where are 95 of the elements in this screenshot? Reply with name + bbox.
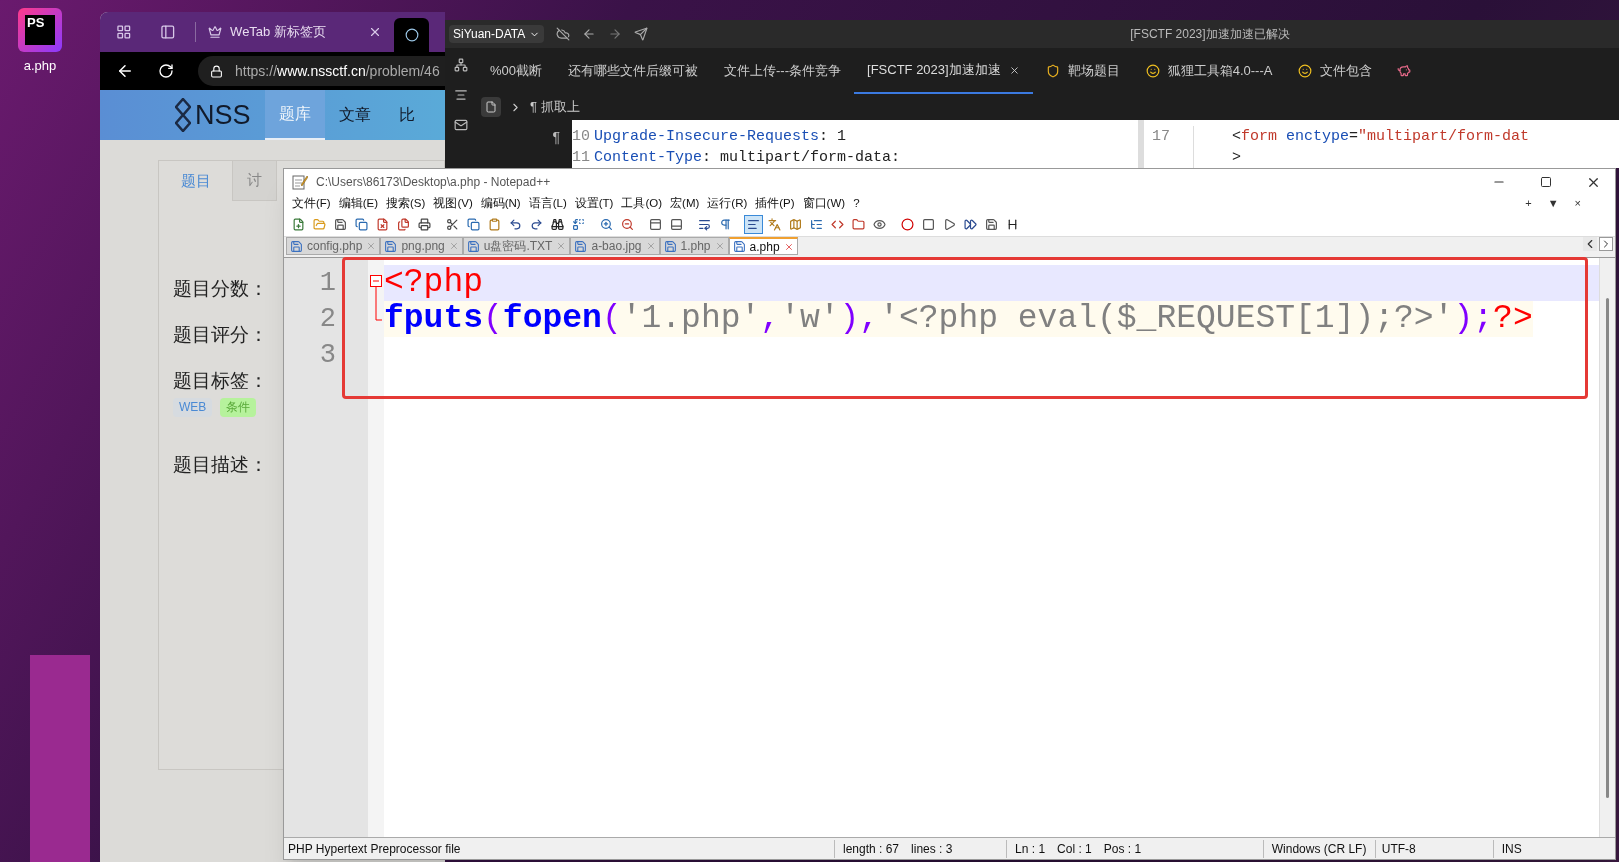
line-number: 3	[318, 339, 337, 372]
field-label: 题目分数：	[173, 277, 268, 301]
menu-item[interactable]: 搜索(S)	[382, 194, 430, 213]
document-tab[interactable]: 还有哪些文件后缀可被	[555, 48, 712, 94]
line-ending: Windows (CR LF)	[1263, 839, 1376, 858]
mail-icon[interactable]	[454, 118, 468, 132]
scroll-left-icon[interactable]	[1583, 237, 1597, 251]
lines-label: lines : 3	[911, 839, 1008, 858]
send-icon[interactable]	[634, 27, 649, 41]
align-icon[interactable]	[454, 88, 468, 102]
document-tab[interactable]: [FSCTF 2023]加速加速	[854, 48, 1033, 94]
code-line: 10 Upgrade-Insecure-Requests: 1	[572, 127, 848, 147]
document-tab[interactable]: 靶场题目	[1032, 48, 1133, 94]
file-type: PHP Hypertext Preprocessor file	[284, 839, 835, 858]
workspaces-icon[interactable]	[116, 23, 132, 41]
menu-item[interactable]: 窗口(W)	[798, 194, 850, 213]
smiley-icon	[1298, 64, 1313, 78]
menu-item[interactable]: 插件(P)	[751, 194, 799, 213]
globe-icon	[404, 28, 419, 42]
column-position: Col : 1	[1057, 840, 1093, 858]
lock-icon	[210, 64, 223, 78]
tag: 条件	[220, 398, 257, 417]
menu-item[interactable]: 设置(T)	[570, 194, 618, 213]
field-label: 题目评分：	[173, 323, 268, 347]
window-title: [FSCTF 2023]加速加速已解决	[1130, 26, 1290, 43]
field-label: 题目标签：	[173, 369, 268, 393]
file-tab[interactable]: u盘密码.TXT	[462, 237, 571, 255]
indent-guide-icon[interactable]	[744, 214, 763, 234]
line-position: Ln : 1	[1014, 840, 1047, 858]
browser-tab[interactable]: WeTab 新标签页	[195, 22, 383, 42]
encoding: UTF-8	[1375, 839, 1494, 858]
document-tab[interactable]: 文件包含	[1285, 48, 1386, 94]
file-tab[interactable]: a.php	[728, 237, 798, 255]
menu-item[interactable]: 编辑(E)	[334, 194, 383, 213]
code-line: >	[1232, 148, 1242, 168]
workspace-dropdown[interactable]: SiYuan-DATA	[449, 25, 545, 43]
file-tab[interactable]: png.png	[380, 237, 463, 255]
close-icon[interactable]	[1008, 64, 1020, 76]
url-field[interactable]: https://www.nssctf.cn/problem/46	[198, 56, 445, 86]
active-browser-tab[interactable]	[394, 18, 429, 52]
line-number: 1	[318, 267, 337, 300]
paragraph-mark: ¶	[552, 130, 560, 147]
menu-item[interactable]: 宏(M)	[666, 194, 704, 213]
menu-item[interactable]: 运行(R)	[703, 194, 752, 213]
char-position: Pos : 1	[1103, 839, 1264, 858]
file-tab[interactable]: config.php	[286, 237, 381, 255]
reload-icon[interactable]	[158, 63, 174, 79]
field-label: 题目描述：	[173, 453, 268, 477]
menu-item[interactable]: 语言(L)	[524, 194, 571, 213]
window-title: C:\Users\86173\Desktop\a.php - Notepad++	[316, 174, 551, 191]
notepad-icon	[292, 174, 308, 190]
tab-title: WeTab 新标签页	[230, 23, 326, 42]
smiley-icon	[1145, 64, 1160, 78]
line-number: 17	[1152, 127, 1171, 147]
file-tab[interactable]: 1.php	[659, 237, 729, 255]
menu-item[interactable]: 视图(V)	[429, 194, 477, 213]
document-tab[interactable]: 狐狸工具箱4.0---A	[1132, 48, 1286, 94]
line-number: 2	[318, 303, 337, 336]
fold-toggle-icon[interactable]	[370, 275, 382, 301]
menu-item[interactable]: 文件(F)	[288, 194, 335, 213]
code-line: <form enctype="multipart/form-dat	[1232, 127, 1530, 147]
pig-icon	[1397, 64, 1412, 78]
code-line: <?php	[384, 265, 484, 301]
menu-control[interactable]: +	[1525, 195, 1532, 212]
scrollbar[interactable]	[1599, 258, 1615, 837]
file-tab[interactable]: a-bao.jpg	[570, 237, 660, 255]
document-tab[interactable]: %00截断	[477, 48, 556, 94]
menu-control[interactable]: ▼	[1547, 195, 1559, 212]
url-text: https://www.nssctf.cn/problem/46	[235, 61, 440, 81]
menu-control[interactable]: ×	[1574, 195, 1581, 212]
sidebar-icon[interactable]	[159, 23, 176, 41]
shield-icon	[1045, 64, 1060, 78]
code-line: 11 Content-Type: multipart/form-data:	[572, 148, 902, 168]
menu-item[interactable]: 工具(O)	[617, 194, 667, 213]
menu-item[interactable]: 编码(N)	[476, 194, 525, 213]
maximize-icon[interactable]	[1540, 176, 1552, 188]
length-label: length : 67	[842, 840, 901, 858]
crown-icon	[208, 25, 223, 39]
cloud-off-icon[interactable]	[556, 27, 571, 41]
insert-mode: INS	[1500, 840, 1522, 858]
nav-link[interactable]: 文章	[325, 90, 385, 140]
document-icon[interactable]	[481, 97, 501, 117]
menu-item[interactable]: ?	[849, 194, 864, 213]
outline-icon[interactable]	[454, 58, 468, 72]
tag: WEB	[173, 398, 213, 417]
nss-logo-icon	[175, 98, 191, 132]
back-icon[interactable]	[582, 27, 597, 41]
desktop-icon-label[interactable]: a.php	[23, 56, 57, 76]
site-logo-text[interactable]: NSS	[195, 101, 251, 129]
forward-icon[interactable]	[608, 27, 623, 41]
breadcrumb-item[interactable]: ¶ 抓取上	[530, 97, 580, 117]
back-icon[interactable]	[116, 62, 134, 80]
document-tab[interactable]: 文件上传---条件竞争	[711, 48, 855, 94]
nav-link[interactable]: 比	[385, 90, 429, 140]
app-logo[interactable]: PS	[18, 8, 62, 52]
